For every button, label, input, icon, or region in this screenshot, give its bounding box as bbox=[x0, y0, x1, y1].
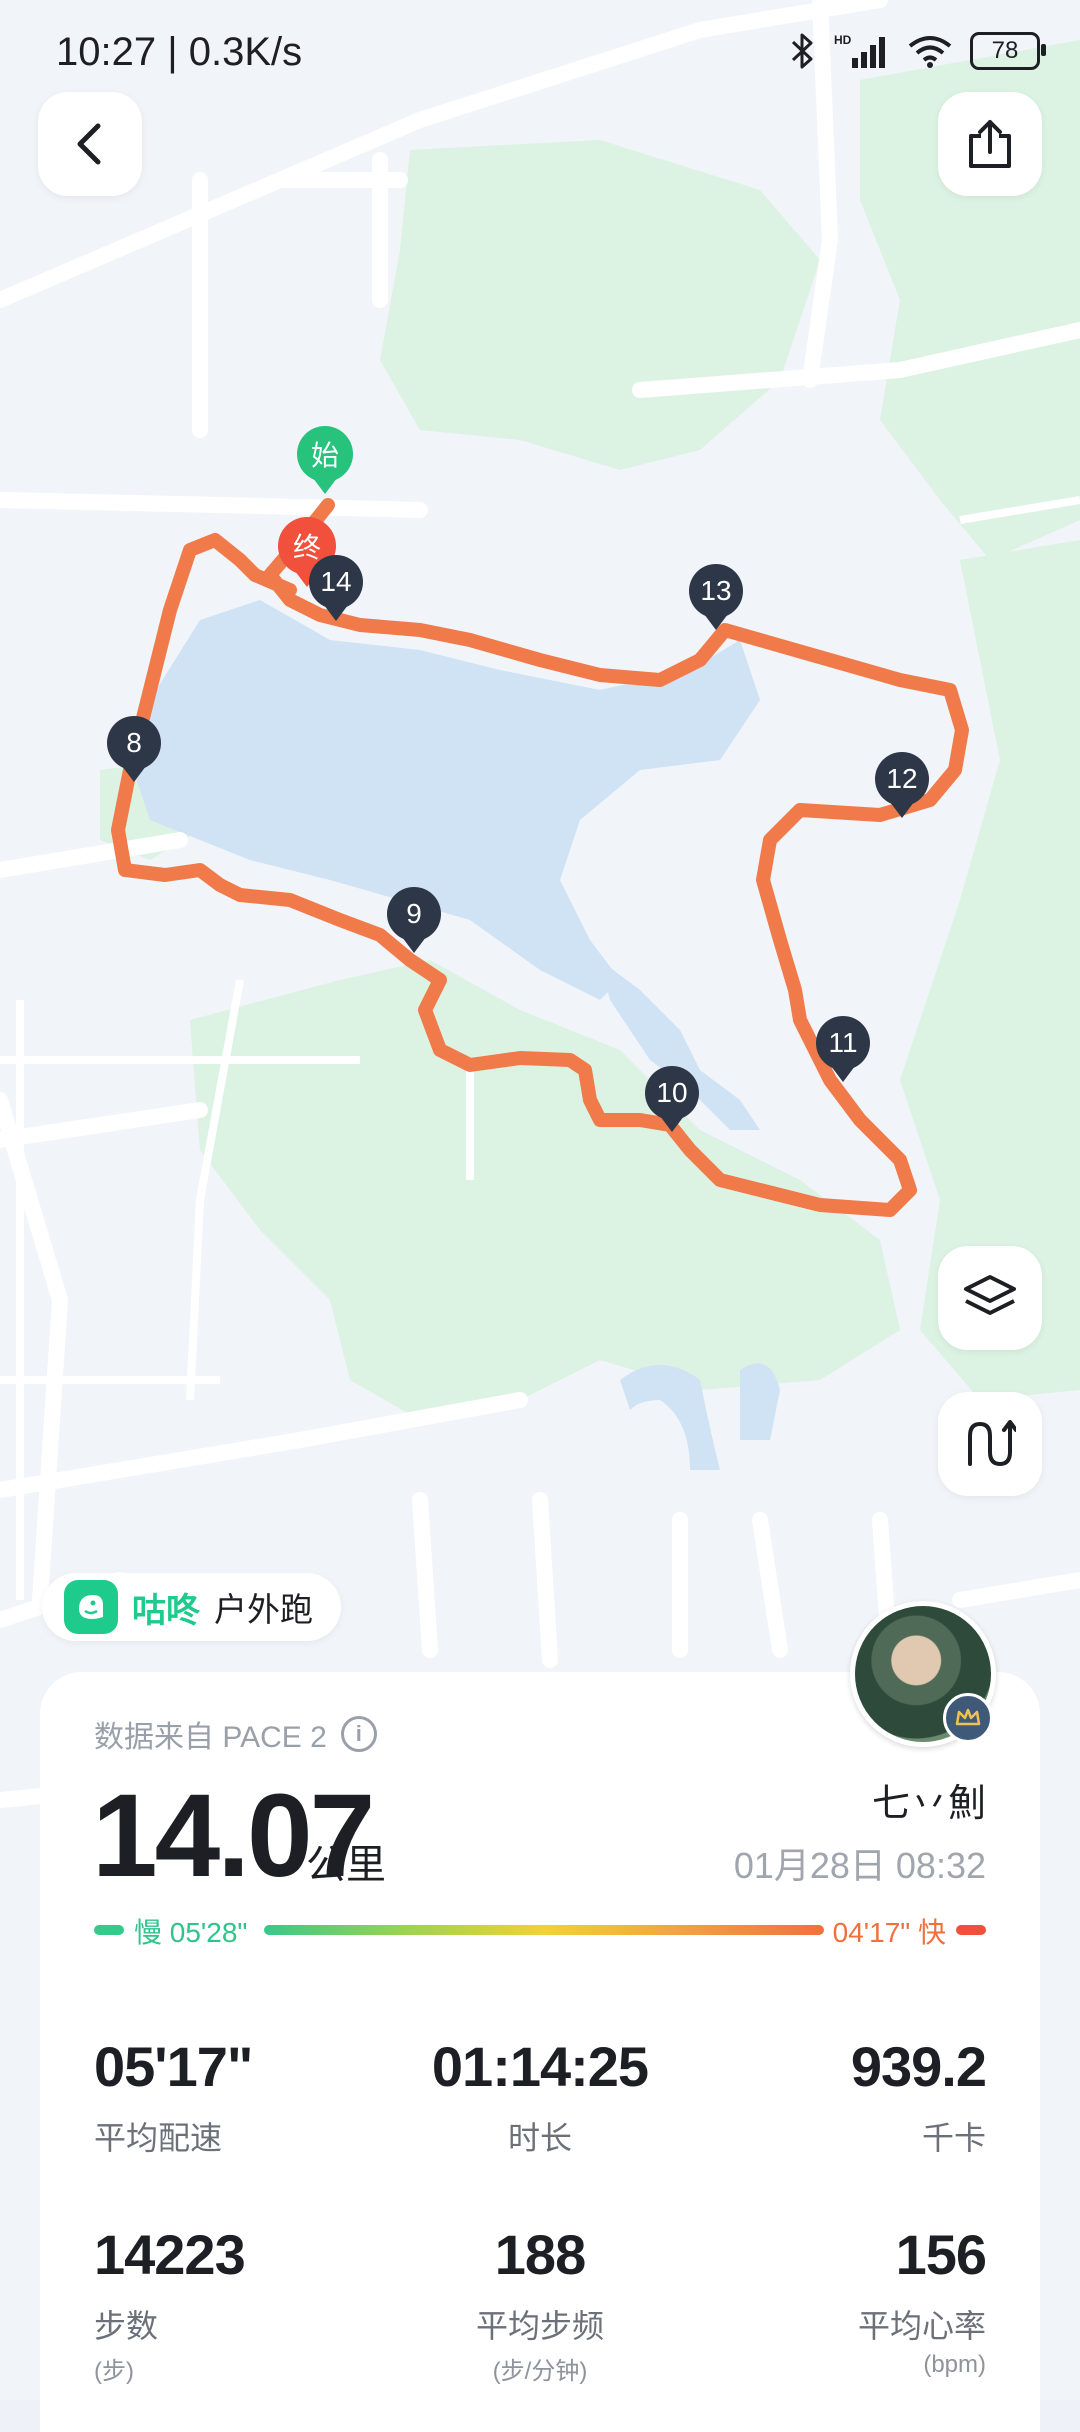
app-name: 咕咚 bbox=[132, 1591, 200, 1630]
stat-value: 188 bbox=[494, 2223, 586, 2286]
km-marker-8: 8 bbox=[107, 716, 161, 770]
start-marker: 始 bbox=[297, 426, 353, 482]
stat-value: 01:14:25 bbox=[431, 2035, 649, 2098]
share-button[interactable] bbox=[938, 92, 1042, 196]
wifi-icon bbox=[908, 36, 952, 68]
hd-signal-icon: HD bbox=[834, 33, 885, 68]
stat-cadence: 188 平均步频 (步/分钟) bbox=[390, 2222, 690, 2386]
stat-value: 156 bbox=[895, 2223, 987, 2286]
end-label: 终 bbox=[292, 532, 321, 563]
park-area bbox=[380, 140, 820, 470]
stat-avg-pace: 05'17" 平均配速 bbox=[94, 2034, 394, 2159]
stat-steps: 14223 步数 (步) bbox=[94, 2222, 394, 2386]
battery-icon: 78 bbox=[970, 32, 1046, 70]
distance-unit: 公里 bbox=[306, 1843, 386, 1887]
stat-label: 平均心率 bbox=[857, 2308, 986, 2344]
km-marker-10: 10 bbox=[645, 1066, 699, 1120]
layers-icon bbox=[964, 1275, 1016, 1315]
stat-label: 平均步频 bbox=[475, 2308, 604, 2344]
data-source-text: 数据来自 PACE 2 bbox=[94, 1721, 327, 1754]
stat-value: 14223 bbox=[94, 2223, 246, 2286]
stat-label: 步数 bbox=[94, 2308, 159, 2344]
stat-label: 千卡 bbox=[921, 2120, 986, 2156]
pace-fast-cap bbox=[956, 1925, 986, 1935]
chevron-left-icon bbox=[77, 123, 101, 165]
km-marker-14: 14 bbox=[309, 555, 363, 609]
stat-unit: (bpm) bbox=[923, 2351, 986, 2378]
pace-gradient-bar bbox=[264, 1925, 824, 1935]
km-marker-9: 9 bbox=[387, 887, 441, 941]
battery-level: 78 bbox=[991, 37, 1019, 64]
stat-heart-rate: 156 平均心率 (bpm) bbox=[686, 2222, 987, 2379]
activity-type: 户外跑 bbox=[214, 1591, 313, 1628]
pace-curve-icon bbox=[968, 1420, 1016, 1467]
pace-slow-label: 慢 05'28" bbox=[134, 1917, 248, 1948]
status-icons: HD 78 bbox=[790, 32, 1046, 70]
km-marker-12: 12 bbox=[875, 752, 929, 806]
pace-slow-cap bbox=[94, 1925, 124, 1935]
stat-unit: (步/分钟) bbox=[492, 2358, 588, 2385]
bird-icon bbox=[79, 1595, 103, 1619]
svg-text:HD: HD bbox=[834, 33, 852, 47]
map-layers-button[interactable] bbox=[938, 1246, 1042, 1350]
crown-icon bbox=[955, 1708, 981, 1726]
status-bar: 10:27 | 0.3K/s HD 78 bbox=[0, 0, 1080, 110]
info-icon[interactable]: i bbox=[340, 1716, 377, 1752]
activity-datetime: 01月28日 08:32 bbox=[733, 1845, 986, 1886]
pace-fast-label: 04'17" 快 bbox=[832, 1917, 946, 1948]
username[interactable]: 七丷魝 bbox=[872, 1772, 986, 1827]
stat-value: 939.2 bbox=[850, 2035, 987, 2098]
pace-curve-button[interactable] bbox=[938, 1392, 1042, 1496]
app-logo bbox=[64, 1580, 118, 1634]
stat-calories: 939.2 千卡 bbox=[686, 2034, 987, 2159]
lake bbox=[130, 600, 760, 1000]
pace-range: 慢 05'28" 04'17" 快 bbox=[94, 1908, 986, 1952]
stat-duration: 01:14:25 时长 bbox=[390, 2034, 690, 2159]
stat-value: 05'17" bbox=[94, 2035, 253, 2098]
status-time: 10:27 | 0.3K/s bbox=[56, 30, 303, 74]
pond bbox=[740, 1363, 780, 1440]
bluetooth-icon bbox=[791, 33, 813, 69]
summary-card: 数据来自 PACE 2 i 14.07 公里 七丷魝 01月28日 08:32 … bbox=[40, 1672, 1040, 2432]
start-label: 始 bbox=[310, 440, 339, 471]
app-badge[interactable]: 咕咚 户外跑 bbox=[42, 1573, 341, 1641]
back-button[interactable] bbox=[38, 92, 142, 196]
stat-unit: (步) bbox=[94, 2358, 134, 2385]
km-marker-13: 13 bbox=[689, 564, 743, 618]
crown-badge bbox=[943, 1693, 993, 1743]
park-area bbox=[190, 960, 900, 1420]
data-source: 数据来自 PACE 2 i bbox=[94, 1712, 377, 1756]
share-icon bbox=[969, 120, 1011, 168]
stat-label: 平均配速 bbox=[94, 2120, 223, 2156]
km-marker-11: 11 bbox=[816, 1016, 870, 1070]
stat-label: 时长 bbox=[507, 2120, 572, 2156]
